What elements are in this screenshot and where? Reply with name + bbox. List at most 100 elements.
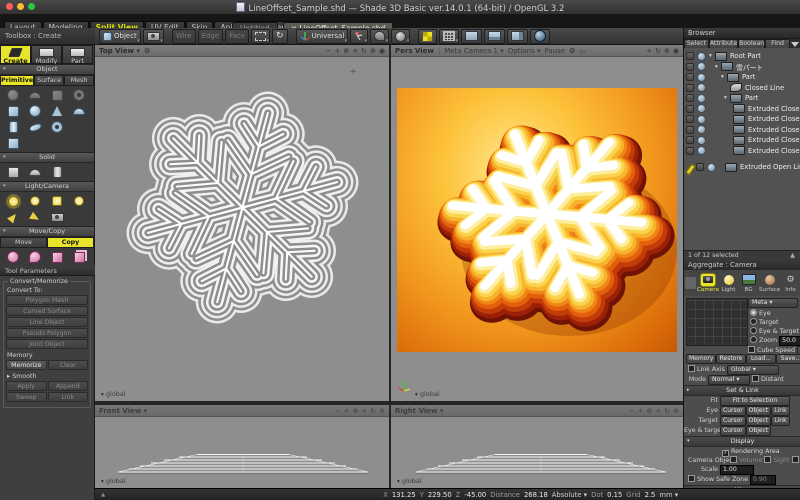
tool-torus-icon[interactable] — [46, 119, 68, 135]
camera-selector[interactable]: Meta Camera 1 ▾ — [444, 47, 504, 55]
distant-checkbox[interactable] — [752, 375, 759, 382]
copy-sphere-icon[interactable] — [24, 249, 46, 265]
copy-array-icon[interactable] — [68, 249, 90, 265]
convert-joint-object-button[interactable]: Joint Object — [6, 339, 88, 349]
unit-dropdown[interactable]: mm ▾ — [659, 491, 678, 499]
zoom-value-field[interactable]: 50.0 — [779, 336, 800, 346]
viewport-layout-3-button[interactable] — [507, 29, 528, 44]
pan-icon[interactable]: + — [352, 47, 358, 55]
zoom-out-icon[interactable]: − — [326, 47, 332, 55]
solid-box-icon[interactable] — [2, 164, 24, 180]
tree-row-closed-line[interactable]: Closed Line — [684, 83, 784, 93]
display-section-header[interactable]: ▾Display — [684, 436, 800, 447]
set-link-section-header[interactable]: ▸Set & Link — [684, 385, 800, 396]
solid-section-header[interactable]: ▾Solid — [0, 152, 94, 163]
eye-target-cursor-button[interactable]: Cursor — [720, 426, 746, 436]
tool-box-icon[interactable] — [2, 135, 24, 151]
right-view-axis-label[interactable]: ▾ global — [397, 477, 422, 485]
zoom-in-icon[interactable]: + — [344, 407, 350, 415]
smooth-link-button[interactable]: Link — [48, 392, 89, 402]
solid-sweep-icon[interactable] — [24, 164, 46, 180]
tab-mesh[interactable]: Mesh — [64, 75, 94, 86]
memory-button[interactable]: Memory — [686, 354, 716, 364]
view-title[interactable]: Front View ▾ — [99, 407, 147, 415]
grid-settings-button[interactable]: ▾ — [439, 29, 459, 44]
convert-line-object-button[interactable]: Line Object — [6, 317, 88, 327]
marquee-select-button[interactable]: ▾ — [251, 29, 270, 44]
front-view-axis-label[interactable]: ▾ global — [101, 477, 126, 485]
volume-checkbox[interactable] — [730, 456, 737, 463]
orbit-tool-button[interactable]: ▾ — [391, 29, 410, 44]
link-axis-checkbox[interactable] — [688, 365, 695, 372]
target-cursor-button[interactable]: Cursor — [720, 416, 746, 426]
camera-object-icon[interactable] — [46, 209, 68, 225]
eye-link-button[interactable]: Link — [771, 406, 789, 416]
smooth-append-button[interactable]: Append — [48, 381, 89, 391]
aggregate-tab-surface[interactable]: Surface — [759, 274, 780, 293]
copy-stack-icon[interactable] — [46, 249, 68, 265]
viewport-top-view[interactable]: + Top View ▾ ⚙ − + ⊕ + ↻ ⊕ ◉ ▾ global — [95, 45, 389, 401]
status-resize-handle[interactable]: ▲ — [101, 492, 105, 498]
copy-rotate-icon[interactable] — [2, 249, 24, 265]
orbit-icon[interactable]: ↻ — [664, 407, 670, 415]
rotate-tool-button[interactable]: ↻ — [272, 29, 288, 44]
aggregate-tab-light[interactable]: Light — [719, 274, 738, 293]
tool-arc-icon[interactable] — [24, 87, 46, 103]
tab-primitive[interactable]: Primitive — [0, 75, 34, 86]
zoom-in-icon[interactable]: + — [638, 407, 644, 415]
move-copy-section-header[interactable]: ▾Move/Copy — [0, 226, 94, 237]
viewport-divider-vertical[interactable] — [389, 45, 391, 488]
pan-icon[interactable]: + — [646, 47, 652, 55]
object-mode-button[interactable]: Object▾ — [99, 29, 141, 44]
tool-rounded-cube-icon[interactable] — [2, 103, 24, 119]
save-button[interactable]: Save... — [776, 354, 800, 364]
fit-to-selection-button[interactable]: Fit to Selection — [720, 396, 790, 406]
pause-button[interactable]: Pause — [544, 47, 565, 55]
viewport-divider-horizontal[interactable] — [95, 401, 683, 405]
view-options-icon[interactable]: ◉ — [379, 47, 385, 55]
tree-row-extruded-closed-5[interactable]: Extruded Closed — [684, 146, 800, 156]
zoom-area-icon[interactable]: ⊕ — [673, 407, 679, 415]
meta-camera-dropdown[interactable]: Meta ▾ — [748, 298, 798, 308]
tree-row-extruded-closed-1[interactable]: Extruded Closed — [684, 104, 800, 114]
tree-row-extruded-closed-4[interactable]: Extruded Closed — [684, 135, 800, 145]
edge-mode-button[interactable]: Edge — [198, 29, 224, 44]
viewport-layout-2-button[interactable] — [484, 29, 505, 44]
tree-row-extruded-closed-2[interactable]: Extruded Closed — [684, 114, 800, 124]
sun-light-icon[interactable] — [2, 193, 24, 209]
aggregate-tab-info[interactable]: ⚙Info — [781, 274, 800, 293]
top-view-axis-label[interactable]: ▾ global — [101, 390, 126, 398]
link-axis-dropdown[interactable]: Global ▾ — [727, 365, 779, 375]
smooth-apply-button[interactable]: Apply — [6, 381, 47, 391]
orbit-icon[interactable]: ↻ — [655, 47, 661, 55]
viewport-layout-1-button[interactable] — [461, 29, 482, 44]
radio-target[interactable]: Target — [750, 318, 800, 327]
view-gear-icon[interactable]: ⚙ — [569, 47, 575, 55]
sight-checkbox[interactable] — [764, 456, 771, 463]
magnifier-icon[interactable]: ⊕ — [647, 407, 653, 415]
tree-row-snow-part[interactable]: ▾雪パート — [684, 62, 763, 72]
load-button[interactable]: Load... — [746, 354, 776, 364]
in-checkbox[interactable] — [792, 456, 799, 463]
object-section-header[interactable]: ▾Object — [0, 64, 94, 75]
pers-view-axis-label[interactable]: ▾ global — [415, 390, 440, 398]
zoom-out-icon[interactable]: − — [335, 407, 341, 415]
tab-move[interactable]: Move — [0, 237, 47, 248]
bulb-light-icon[interactable] — [68, 193, 90, 209]
safe-zone-field[interactable]: 0.90 — [750, 475, 776, 485]
area-light-icon[interactable] — [46, 193, 68, 209]
convert-curved-surface-button[interactable]: Curved Surface — [6, 306, 88, 316]
zoom-out-icon[interactable]: − — [629, 407, 635, 415]
radio-zoom[interactable]: Zoom 50.0 — [750, 336, 800, 345]
light-camera-section-header[interactable]: ▾Light/Camera — [0, 181, 94, 192]
zoom-in-icon[interactable]: + — [335, 47, 341, 55]
camera-tool-button[interactable]: ▾ — [143, 29, 164, 44]
pan-icon[interactable]: + — [655, 407, 661, 415]
tree-row-extruded-open-line[interactable]: Extruded Open Line — [684, 162, 800, 172]
solid-revolve-icon[interactable] — [46, 164, 68, 180]
view-options-icon[interactable]: ◉ — [673, 47, 679, 55]
magnifier-icon[interactable]: ⊕ — [664, 47, 670, 55]
smooth-sweep-button[interactable]: Sweep — [6, 392, 47, 402]
view-title[interactable]: Pers View — [395, 47, 434, 55]
scale-field[interactable]: 1.00 — [720, 465, 754, 475]
